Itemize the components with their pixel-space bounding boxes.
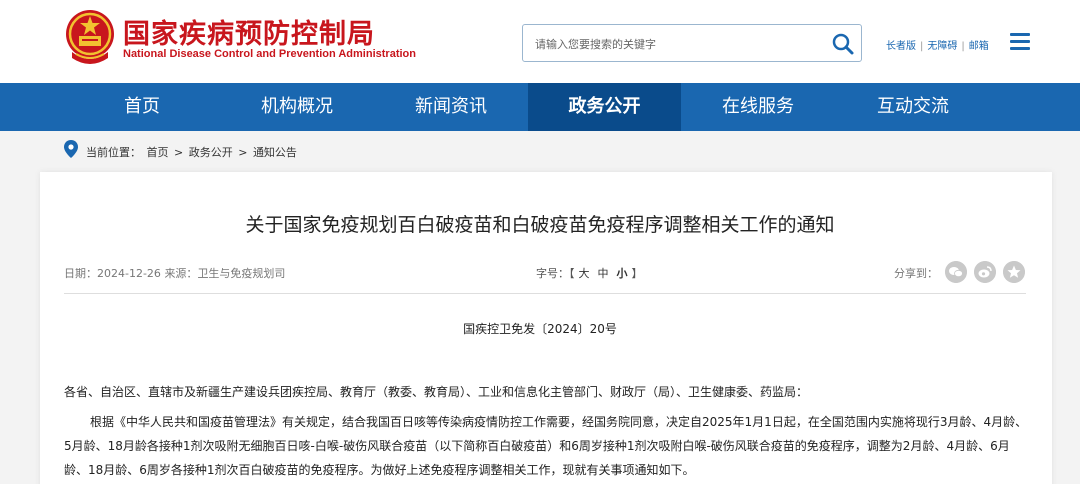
site-title-cn[interactable]: 国家疾病预防控制局 xyxy=(123,12,375,51)
location-pin-icon xyxy=(64,140,78,158)
site-title-en[interactable]: National Disease Control and Prevention … xyxy=(123,48,416,60)
date-label: 日期： xyxy=(64,267,97,280)
site-header: 国家疾病预防控制局 National Disease Control and P… xyxy=(0,0,1080,83)
hamburger-menu-icon[interactable] xyxy=(1010,33,1030,51)
article-meta: 日期：2024-12-26 来源：卫生与免疫规划司 xyxy=(64,265,285,281)
main-nav: 首页 机构概况 新闻资讯 政务公开 在线服务 互动交流 xyxy=(0,83,1080,131)
national-emblem-icon[interactable] xyxy=(64,8,116,66)
mailbox-link[interactable]: 邮箱 xyxy=(969,41,989,52)
source-label: 来源： xyxy=(164,267,198,280)
top-links: 长者版 | 无障碍 | 邮箱 xyxy=(886,41,989,52)
nav-item-home[interactable]: 首页 xyxy=(64,83,220,131)
weibo-share-icon[interactable] xyxy=(974,261,996,283)
search-input[interactable] xyxy=(535,34,825,54)
meta-divider xyxy=(64,293,1026,294)
article-source: 卫生与免疫规划司 xyxy=(197,267,286,280)
share-label: 分享到： xyxy=(894,267,938,280)
font-size-controls: 字号：【大中小】 xyxy=(536,267,643,280)
body-paragraph: 根据《中华人民共和国疫苗管理法》有关规定，结合我国百日咳等传染病疫情防控工作需要… xyxy=(64,415,1028,477)
nav-item-online-services[interactable]: 在线服务 xyxy=(681,83,835,131)
favorite-star-icon[interactable] xyxy=(1003,261,1025,283)
article-date: 2024-12-26 xyxy=(97,267,161,280)
font-size-small-button[interactable]: 小 xyxy=(617,267,628,280)
breadcrumb-home[interactable]: 首页 xyxy=(147,146,169,159)
wechat-share-icon[interactable] xyxy=(945,261,967,283)
breadcrumb-label: 当前位置： xyxy=(86,146,141,159)
elder-version-link[interactable]: 长者版 xyxy=(886,41,916,52)
font-size-large-button[interactable]: 大 xyxy=(579,267,590,280)
font-size-label: 字号： xyxy=(536,267,569,280)
nav-item-government-affairs[interactable]: 政务公开 xyxy=(528,83,681,131)
search-icon[interactable] xyxy=(829,30,857,58)
article-title: 关于国家免疫规划百白破疫苗和白破疫苗免疫程序调整相关工作的通知 xyxy=(245,214,835,236)
nav-item-news[interactable]: 新闻资讯 xyxy=(374,83,528,131)
nav-item-interaction[interactable]: 互动交流 xyxy=(835,83,991,131)
breadcrumb-notices[interactable]: 通知公告 xyxy=(253,146,297,159)
font-size-medium-button[interactable]: 中 xyxy=(598,267,609,280)
search-box xyxy=(522,24,862,62)
nav-item-about[interactable]: 机构概况 xyxy=(220,83,374,131)
recipients-paragraph: 各省、自治区、直辖市及新疆生产建设兵团疾控局、教育厅（教委、教育局）、工业和信息… xyxy=(64,385,809,399)
breadcrumb-government-affairs[interactable]: 政务公开 xyxy=(189,146,233,159)
document-number: 国疾控卫免发〔2024〕20号 xyxy=(463,322,617,336)
accessibility-link[interactable]: 无障碍 xyxy=(927,41,957,52)
